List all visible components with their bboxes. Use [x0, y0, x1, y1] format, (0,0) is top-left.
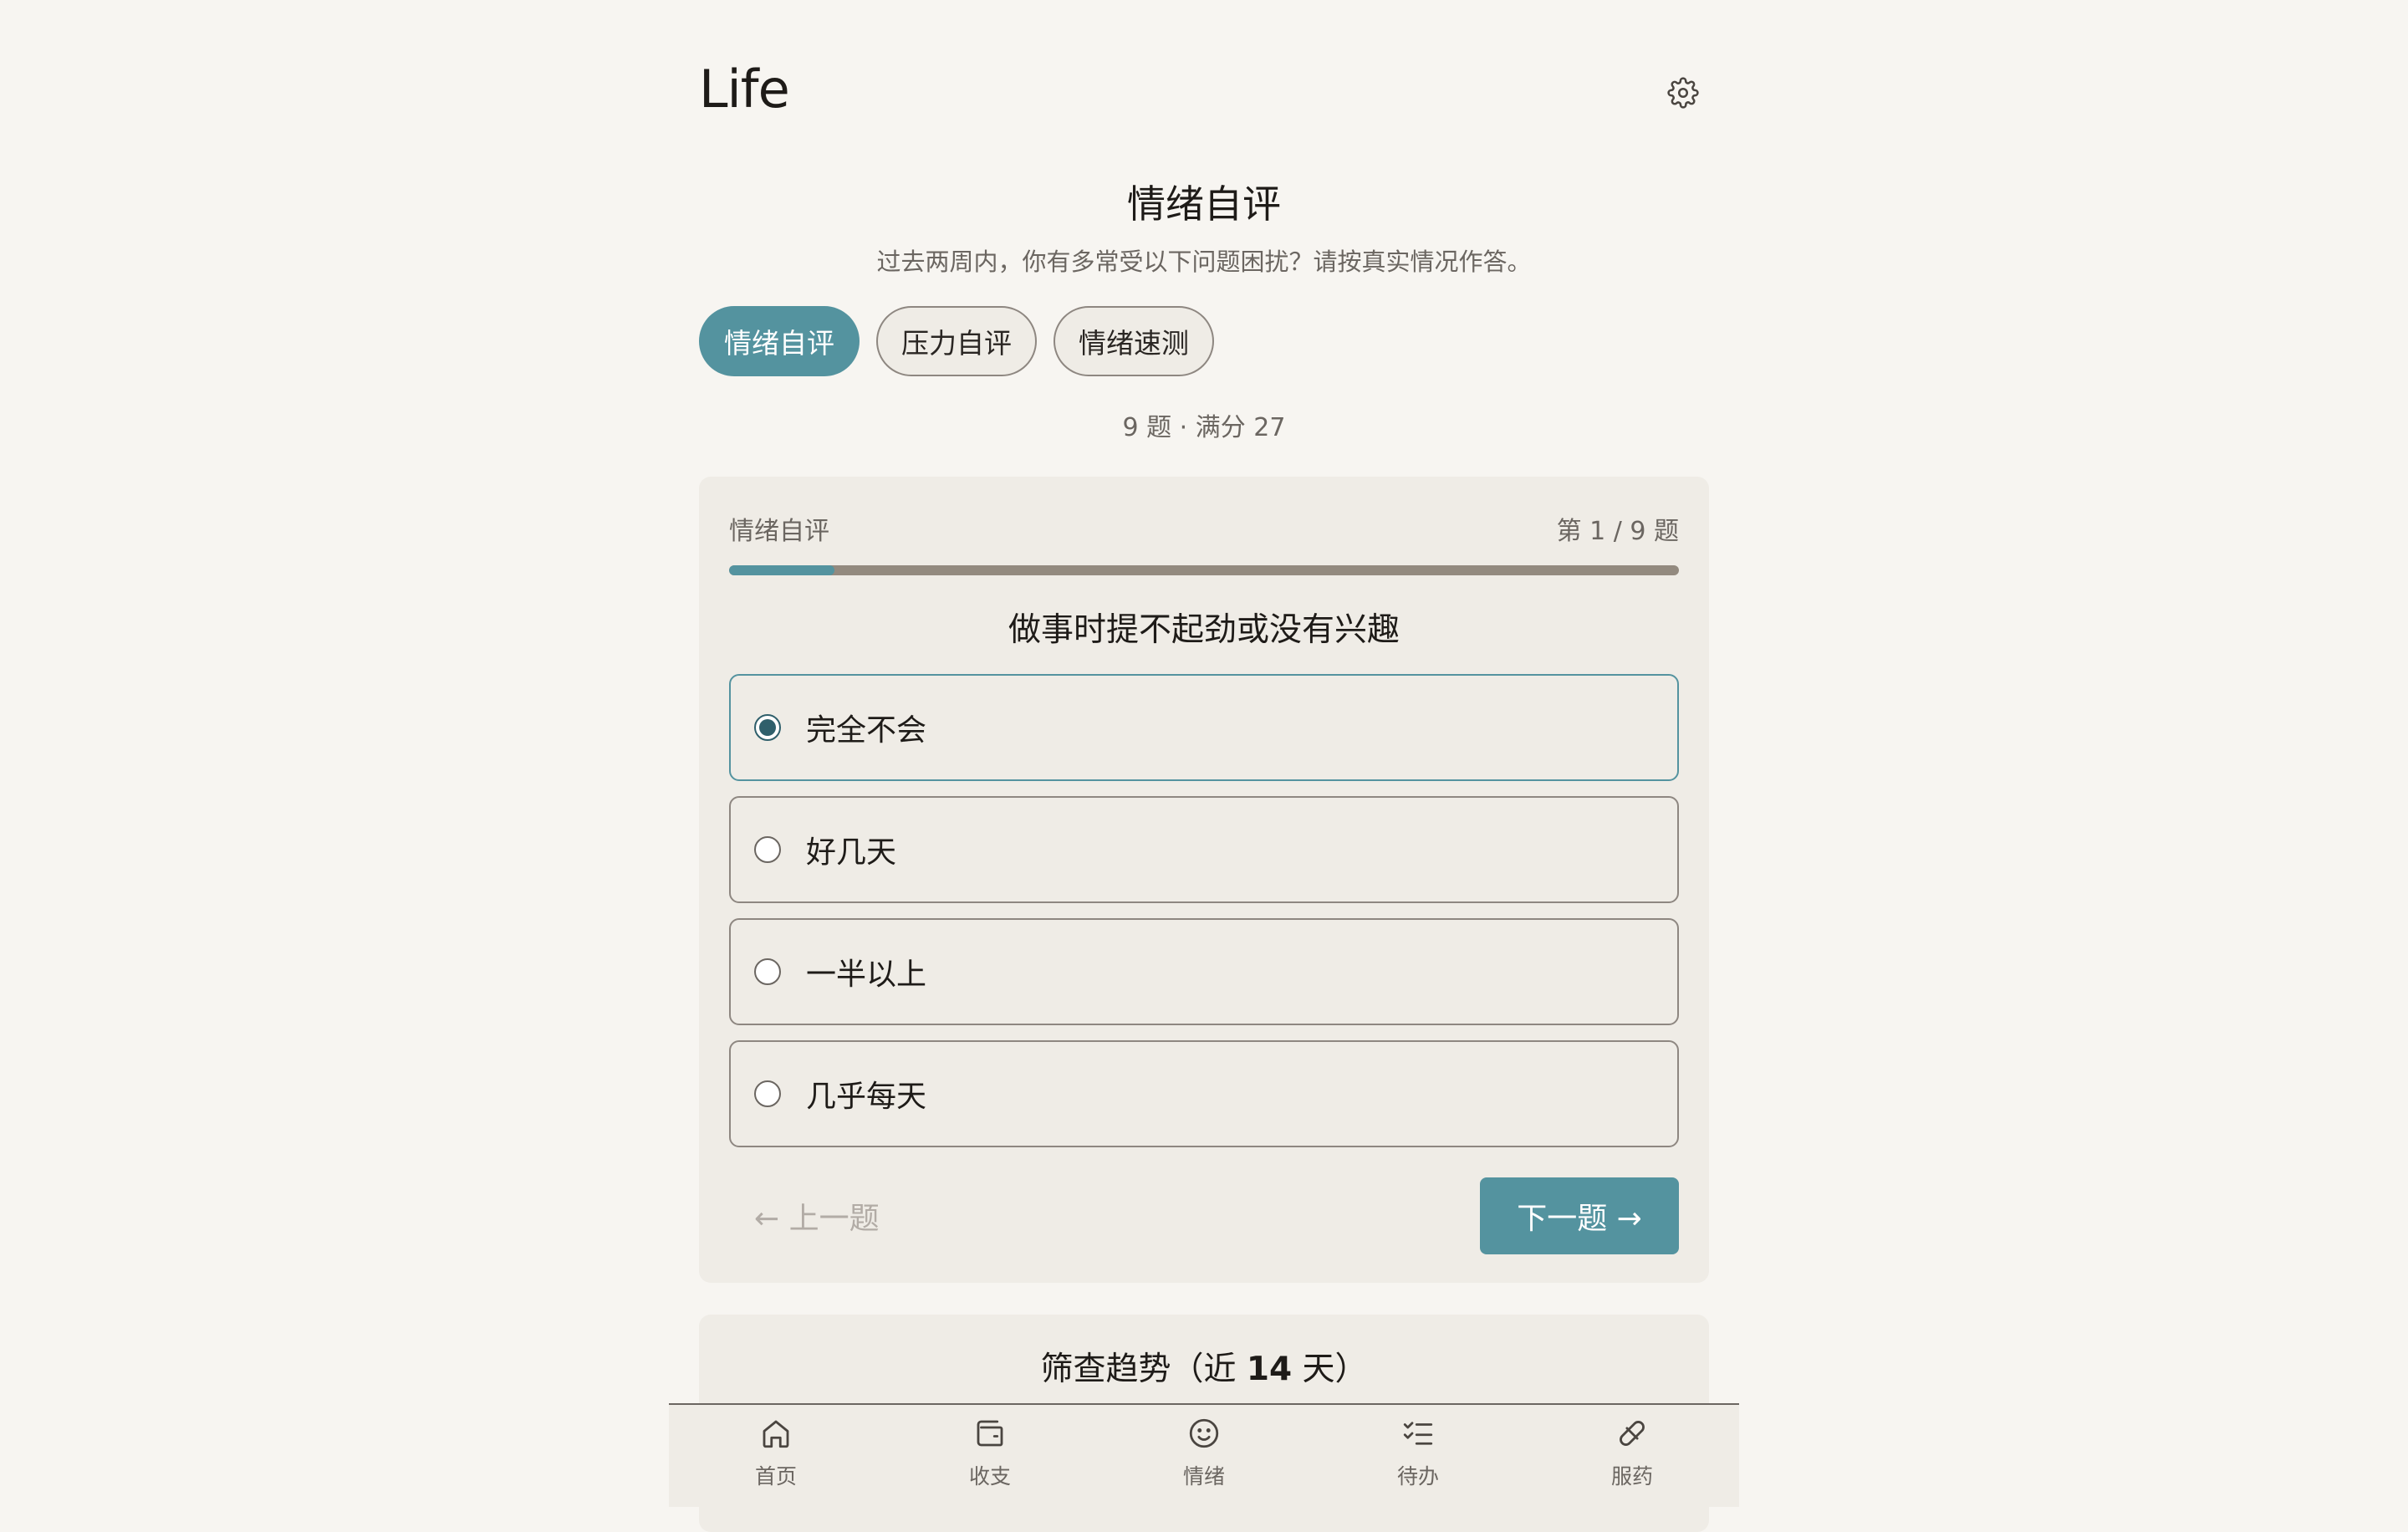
progress-bar: [729, 565, 1679, 575]
question-text: 做事时提不起劲或没有兴趣: [1008, 611, 1400, 649]
radio-selected-icon[interactable]: [754, 714, 781, 741]
trend-title-prefix: 筛查趋势（近: [1040, 1351, 1247, 1388]
page-subtitle: 过去两周内，你有多常受以下问题困扰？请按真实情况作答。: [876, 248, 1532, 276]
progress-fill: [729, 565, 835, 575]
app-container: Life 情绪自评 过去两周内，你有多常受以下问题困扰？请按真实情况作答。 情绪…: [699, 0, 1709, 1532]
option-label: 好几天: [806, 835, 897, 870]
nav-item-medication[interactable]: 服药: [1525, 1405, 1739, 1507]
settings-button[interactable]: [1666, 75, 1701, 110]
nav-label: 待办: [1396, 1464, 1439, 1489]
assessment-tabs: 情绪自评 压力自评 情绪速测: [699, 306, 1214, 376]
nav-item-finance[interactable]: 收支: [883, 1405, 1097, 1507]
nav-label: 情绪: [1182, 1464, 1225, 1489]
nav-label: 首页: [754, 1464, 797, 1489]
trend-title: 筛查趋势（近 14 天）: [699, 1343, 1709, 1390]
option-label: 一半以上: [806, 958, 927, 992]
answer-options: 完全不会 好几天 一半以上 几乎每天: [729, 674, 1679, 1162]
nav-label: 服药: [1610, 1464, 1653, 1489]
tab-mood-assessment[interactable]: 情绪自评: [699, 306, 860, 376]
option-label: 完全不会: [806, 713, 927, 748]
pill-icon: [1612, 1413, 1652, 1453]
quiz-name: 情绪自评: [729, 517, 829, 546]
gear-icon: [1667, 77, 1699, 109]
wallet-icon: [970, 1413, 1010, 1453]
nav-item-home[interactable]: 首页: [669, 1405, 883, 1507]
tab-stress-assessment[interactable]: 压力自评: [876, 306, 1037, 376]
page-title: 情绪自评: [1127, 181, 1281, 227]
option-2[interactable]: 好几天: [729, 796, 1679, 903]
quiz-card: 情绪自评 第 1 / 9 题 做事时提不起劲或没有兴趣 完全不会 好几天 一半以…: [699, 477, 1709, 1283]
app-logo: Life: [699, 59, 790, 120]
quiz-navigation: ← 上一题 下一题 →: [729, 1177, 1679, 1254]
radio-icon[interactable]: [754, 836, 781, 863]
radio-icon[interactable]: [754, 1080, 781, 1107]
bottom-nav: 首页 收支 情绪 待办 服药: [669, 1403, 1739, 1507]
radio-icon[interactable]: [754, 958, 781, 985]
question-counter: 第 1 / 9 题: [1556, 517, 1679, 546]
smile-icon: [1184, 1413, 1224, 1453]
option-3[interactable]: 一半以上: [729, 918, 1679, 1025]
quiz-card-header: 情绪自评 第 1 / 9 题: [729, 510, 1679, 547]
option-1[interactable]: 完全不会: [729, 674, 1679, 781]
question-count-meta: 9 题 · 满分 27: [1122, 413, 1286, 442]
nav-label: 收支: [968, 1464, 1011, 1489]
trend-title-suffix: 天）: [1292, 1351, 1368, 1388]
next-question-button[interactable]: 下一题 →: [1480, 1177, 1679, 1254]
nav-item-todo[interactable]: 待办: [1311, 1405, 1525, 1507]
checklist-icon: [1398, 1413, 1438, 1453]
prev-question-button[interactable]: ← 上一题: [729, 1194, 880, 1238]
option-4[interactable]: 几乎每天: [729, 1040, 1679, 1147]
nav-item-mood[interactable]: 情绪: [1097, 1405, 1311, 1507]
option-label: 几乎每天: [806, 1080, 927, 1114]
tab-mood-quick-test[interactable]: 情绪速测: [1054, 306, 1214, 376]
home-icon: [756, 1413, 796, 1453]
trend-days: 14: [1246, 1351, 1293, 1388]
app-header: Life: [699, 59, 1709, 134]
